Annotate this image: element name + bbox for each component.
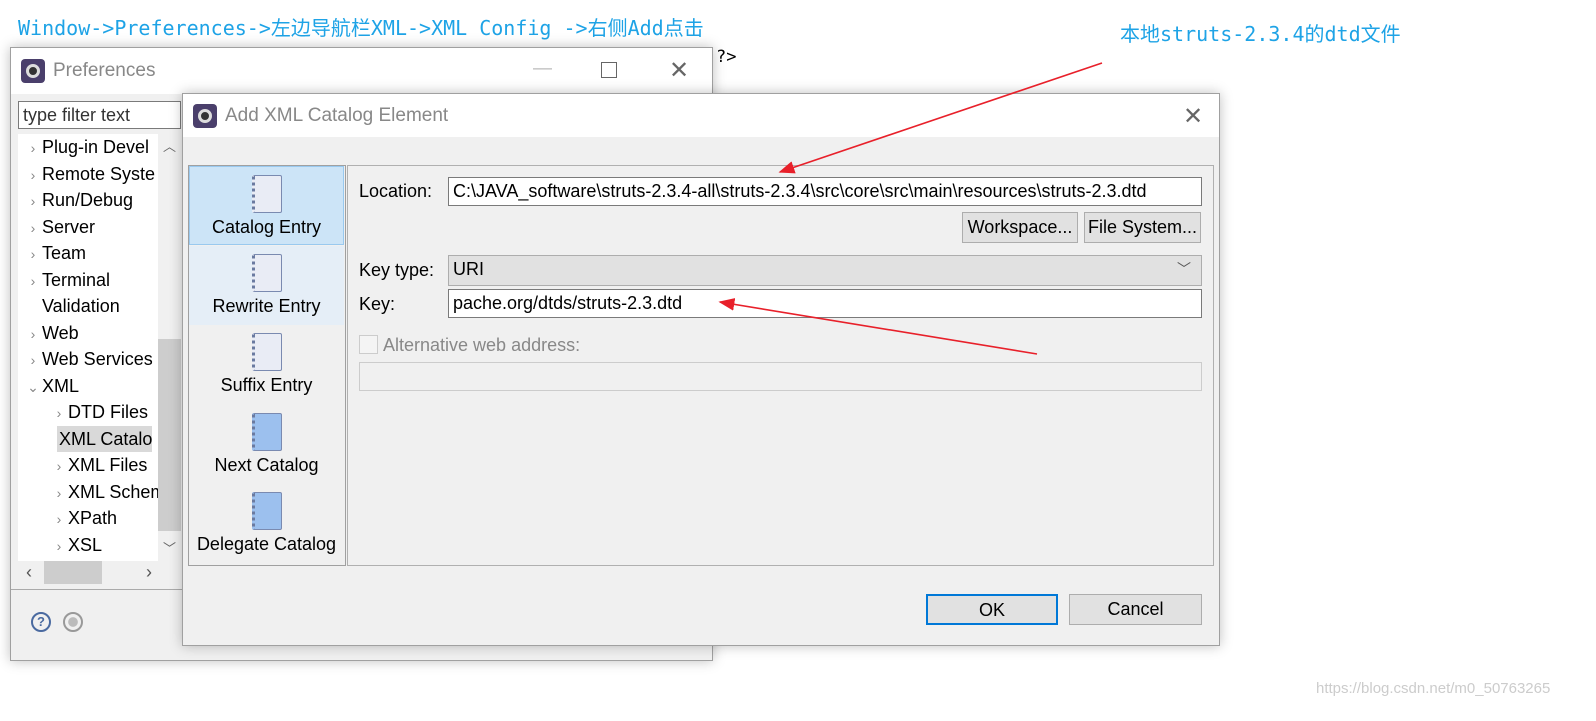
arrow-to-key bbox=[718, 298, 1038, 355]
watermark: https://blog.csdn.net/m0_50763265 bbox=[1316, 680, 1551, 697]
arrow-to-location bbox=[778, 62, 1103, 174]
annotation-arrows bbox=[718, 62, 1103, 355]
